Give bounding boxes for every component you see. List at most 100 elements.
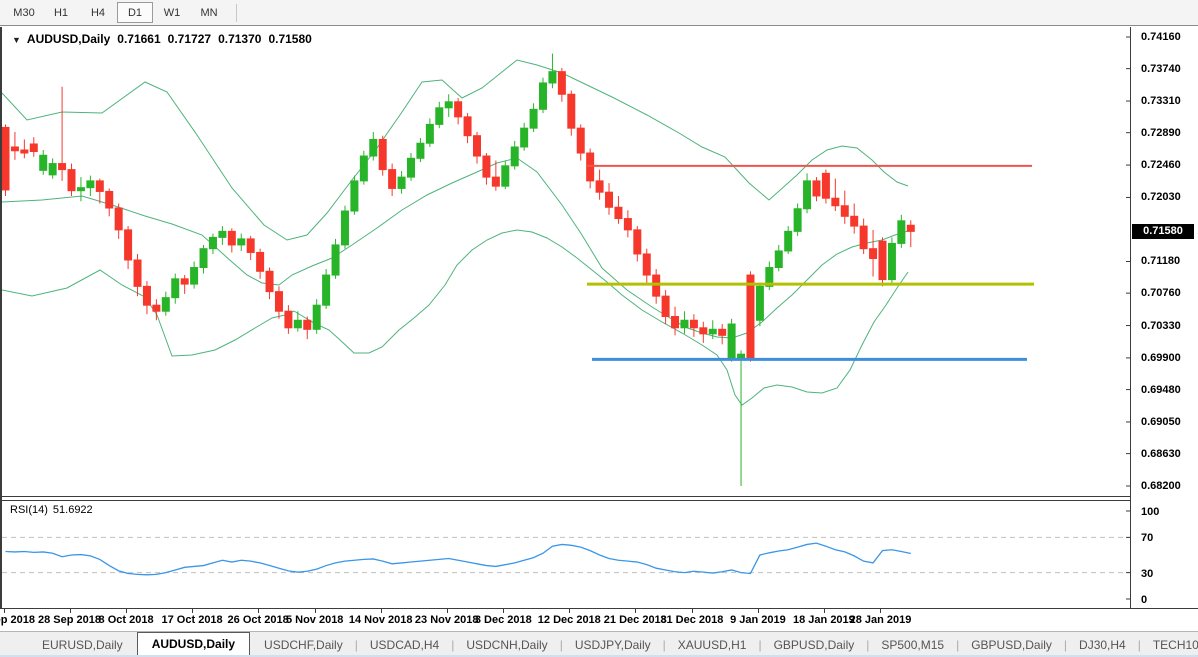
candle-body [49, 164, 56, 175]
bollinger-middle-band [2, 158, 908, 338]
candle-body [483, 156, 490, 177]
timeframe-button-d1[interactable]: D1 [117, 2, 153, 23]
candle-body [511, 147, 518, 166]
date-label: 21 Dec 2018 [604, 614, 667, 626]
candle-body [11, 147, 18, 151]
rsi-axis-label: 100 [1141, 506, 1159, 518]
tab-gbpusd-daily[interactable]: GBPUSD,Daily [959, 635, 1064, 657]
candle-body [747, 275, 754, 358]
tab-usdcad-h4[interactable]: USDCAD,H4 [358, 635, 451, 657]
candle-body [87, 181, 94, 188]
candle-body [888, 243, 895, 279]
date-label: 19 Sep 2018 [0, 614, 35, 626]
candle-body [870, 249, 877, 259]
candle-body [445, 102, 452, 108]
tab-audusd-daily[interactable]: AUDUSD,Daily [137, 632, 250, 657]
candle-body [785, 231, 792, 251]
candle-body [436, 108, 443, 125]
date-label: 8 Oct 2018 [99, 614, 154, 626]
candle-body [266, 271, 273, 291]
candle-body [200, 249, 207, 268]
chart-panel[interactable]: ▼AUDUSD,Daily0.716610.717270.713700.7158… [0, 27, 1131, 608]
date-label: 12 Dec 2018 [538, 614, 601, 626]
tab-gbpusd-daily[interactable]: GBPUSD,Daily [762, 635, 867, 657]
date-label: 28 Sep 2018 [38, 614, 101, 626]
candle-body [587, 153, 594, 181]
price-axis-label: 0.68200 [1141, 480, 1181, 492]
candle-body [596, 181, 603, 192]
candle-body [822, 173, 829, 198]
date-label: 17 Oct 2018 [162, 614, 223, 626]
date-label: 5 Nov 2018 [286, 614, 343, 626]
ohlc-high: 0.71727 [168, 32, 211, 46]
date-tick [503, 609, 504, 613]
candle-body [389, 170, 396, 189]
candle-body [426, 124, 433, 143]
price-axis-label: 0.72890 [1141, 127, 1181, 139]
candle-body [549, 72, 556, 83]
candle-body [690, 320, 697, 328]
main-price-chart[interactable] [2, 27, 1130, 497]
candle-body [313, 305, 320, 329]
timeframe-button-h4[interactable]: H4 [80, 2, 116, 23]
candle-body [851, 216, 858, 226]
candle-body [172, 279, 179, 298]
candle-body [700, 328, 707, 334]
candle-body [907, 225, 914, 231]
candle-body [624, 219, 631, 230]
date-label: 3 Dec 2018 [475, 614, 532, 626]
candle-body [294, 320, 301, 328]
candle-body [879, 241, 886, 279]
candle-body [351, 181, 358, 211]
date-tick [824, 609, 825, 613]
rsi-indicator-name: RSI(14) [10, 504, 48, 516]
chart-title: ▼AUDUSD,Daily0.716610.717270.713700.7158… [12, 32, 312, 46]
date-tick [126, 609, 127, 613]
candle-body [398, 177, 405, 188]
tab-usdjpy-daily[interactable]: USDJPY,Daily [563, 635, 663, 657]
candle-body [417, 143, 424, 158]
timeframe-button-w1[interactable]: W1 [154, 2, 190, 23]
candle-body [153, 305, 160, 311]
price-axis-label: 0.72030 [1141, 191, 1181, 203]
candle-body [370, 139, 377, 156]
candle-body [332, 245, 339, 275]
tab-dj30-h4[interactable]: DJ30,H4 [1067, 635, 1138, 657]
candle-body [558, 72, 565, 95]
timeframe-button-mn[interactable]: MN [191, 2, 227, 23]
candle-body [804, 181, 811, 209]
date-label: 23 Nov 2018 [415, 614, 479, 626]
tab-tech100-h1[interactable]: TECH100,H1 [1141, 635, 1198, 657]
price-axis-label: 0.73310 [1141, 95, 1181, 107]
date-tick [4, 609, 5, 613]
candle-body [106, 191, 113, 208]
timeframe-button-h1[interactable]: H1 [43, 2, 79, 23]
bollinger-upper-band [2, 60, 908, 240]
price-axis-label: 0.72460 [1141, 159, 1181, 171]
timeframe-toolbar: M30H1H4D1W1MN [0, 0, 1198, 26]
chart-dropdown-icon[interactable]: ▼ [12, 35, 21, 45]
candle-body [30, 144, 37, 152]
candle-body [134, 260, 141, 286]
date-label: 9 Jan 2019 [730, 614, 786, 626]
price-axis[interactable]: 0.71580 0.741600.737400.733100.728900.72… [1132, 27, 1198, 608]
candle-body [464, 117, 471, 136]
candle-body [360, 156, 367, 181]
candle-body [681, 320, 688, 328]
date-axis[interactable]: 19 Sep 201828 Sep 20188 Oct 2018 17 Oct 2… [0, 608, 1198, 631]
tab-eurusd-daily[interactable]: EURUSD,Daily [30, 635, 135, 657]
candle-body [162, 298, 169, 312]
tab-sp500-m15[interactable]: SP500,M15 [869, 635, 956, 657]
date-tick [315, 609, 316, 613]
candle-body [379, 139, 386, 169]
rsi-indicator-chart[interactable] [2, 500, 1130, 606]
tab-usdcnh-daily[interactable]: USDCNH,Daily [454, 635, 559, 657]
candle-body [191, 268, 198, 285]
candle-body [813, 181, 820, 196]
timeframe-button-m30[interactable]: M30 [6, 2, 42, 23]
tab-usdchf-daily[interactable]: USDCHF,Daily [252, 635, 355, 657]
candle-body [775, 251, 782, 268]
tab-xauusd-h1[interactable]: XAUUSD,H1 [666, 635, 759, 657]
candle-body [794, 209, 801, 232]
candle-body [2, 127, 9, 190]
